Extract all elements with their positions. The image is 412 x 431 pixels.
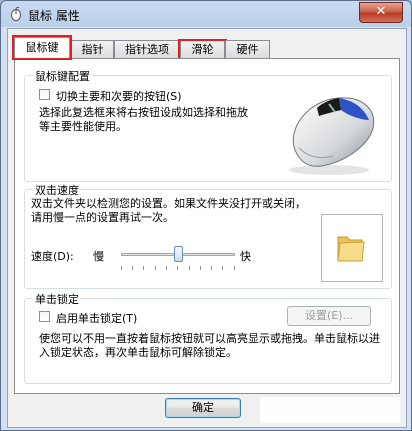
switch-buttons-checkbox[interactable]	[39, 89, 50, 100]
fast-label: 快	[240, 250, 251, 263]
click-lock-checkbox[interactable]	[39, 311, 50, 322]
switch-buttons-label[interactable]: 切换主要和次要的按钮(S)	[56, 88, 182, 104]
tab-pointer-options-label: 指针选项	[125, 43, 169, 56]
tab-wheel[interactable]: 滑轮	[178, 39, 227, 60]
click-lock-settings-button[interactable]: 设置(E)...	[287, 306, 371, 326]
tab-pointers-label: 指针	[81, 43, 104, 56]
button-config-title: 鼠标键配置	[33, 68, 92, 84]
tab-pointer-options[interactable]: 指针选项	[114, 40, 180, 58]
double-click-title: 双击速度	[33, 182, 81, 198]
folder-icon	[337, 236, 365, 262]
window-title: 鼠标 属性	[28, 9, 80, 23]
speed-slider-thumb[interactable]	[174, 246, 183, 262]
slow-label: 慢	[93, 250, 104, 263]
speed-slider-ticks	[121, 266, 235, 272]
tab-buttons-label: 鼠标键	[25, 41, 59, 54]
mouse-icon	[11, 7, 21, 21]
double-click-group: 双击速度 双击文件夹以检测您的设置。如果文件夹没打开或关闭，请用慢一点的设置再试…	[24, 182, 392, 289]
mouse-illustration	[289, 97, 375, 175]
click-lock-title: 单击锁定	[33, 291, 81, 307]
title-bar[interactable]: 鼠标 属性 ✕	[1, 1, 411, 28]
tab-buttons[interactable]: 鼠标键	[12, 35, 72, 60]
tab-hardware-label: 硬件	[236, 43, 259, 56]
ok-button[interactable]: 确定	[165, 398, 241, 418]
tab-hardware[interactable]: 硬件	[225, 40, 270, 58]
tab-pointers[interactable]: 指针	[71, 40, 114, 58]
double-click-description: 双击文件夹以检测您的设置。如果文件夹没打开或关闭，请用慢一点的设置再试一次。	[31, 197, 306, 224]
close-icon: ✕	[375, 4, 387, 19]
button-config-group: 鼠标键配置 切换主要和次要的按钮(S) 选择此复选框来将右按钮设成如选择和拖放等…	[24, 68, 392, 182]
close-button[interactable]: ✕	[359, 2, 403, 23]
mouse-properties-window: 鼠标 属性 ✕ 鼠标键 指针 指针选项 滑轮 硬件 鼠标键配置 切换主要和次要的…	[0, 0, 412, 431]
click-lock-description: 使您可以不用一直按着鼠标按钮就可以高亮显示或拖拽。单击鼠标以进入锁定状态，再次单…	[39, 332, 380, 359]
test-folder-area[interactable]	[321, 214, 383, 282]
watermark-overlay	[260, 397, 400, 423]
click-lock-label[interactable]: 启用单击锁定(T)	[56, 310, 137, 326]
speed-label: 速度(D):	[31, 250, 74, 263]
dialog-client-area: 鼠标键 指针 指针选项 滑轮 硬件 鼠标键配置 切换主要和次要的按钮(S) 选择…	[7, 28, 407, 428]
tab-wheel-label: 滑轮	[191, 43, 214, 56]
click-lock-group: 单击锁定 启用单击锁定(T) 设置(E)... 使您可以不用一直按着鼠标按钮就可…	[24, 291, 392, 384]
tab-panel-buttons: 鼠标键配置 切换主要和次要的按钮(S) 选择此复选框来将右按钮设成如选择和拖放等…	[14, 58, 400, 394]
button-config-description: 选择此复选框来将右按钮设成如选择和拖放等主要性能使用。	[39, 106, 248, 133]
